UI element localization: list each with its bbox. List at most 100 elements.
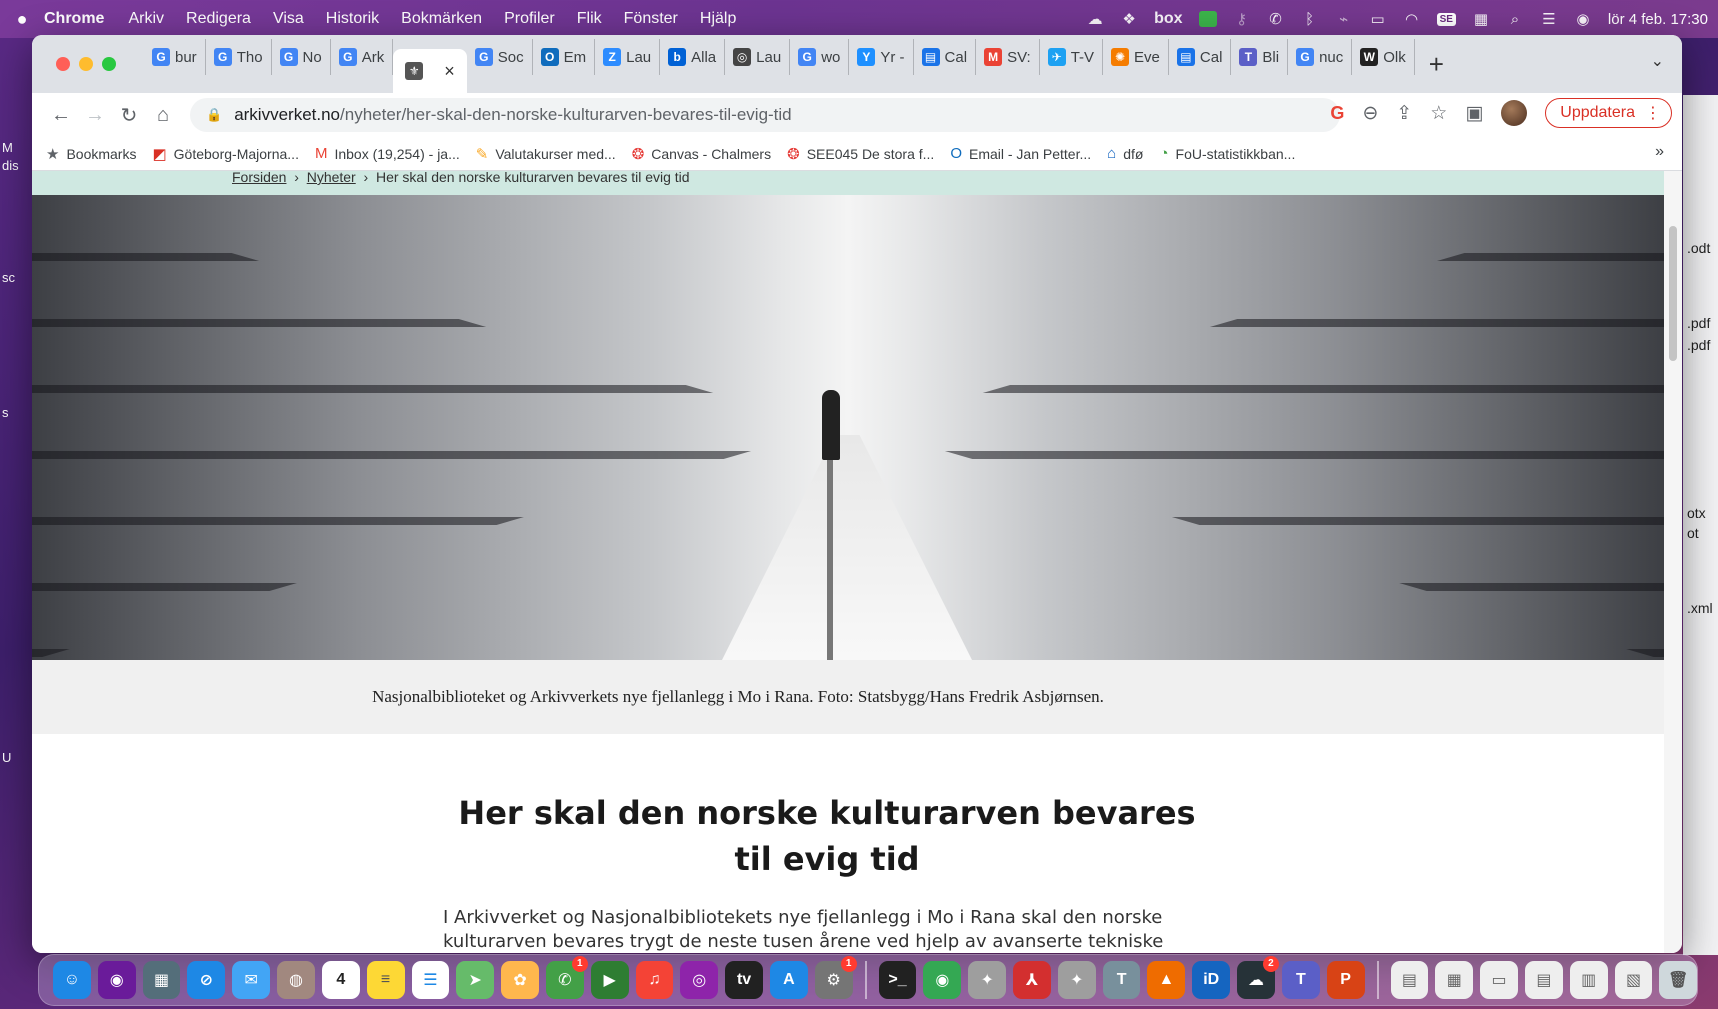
scrollbar-thumb[interactable] [1669, 226, 1677, 361]
powerpoint-icon[interactable]: P [1326, 961, 1365, 999]
photos-icon[interactable]: ✿ [501, 961, 539, 999]
tab-12[interactable]: ▤ Cal [914, 39, 977, 75]
update-button[interactable]: Uppdatera ⋮ [1545, 98, 1672, 128]
tab-14[interactable]: ✈ T-V [1040, 39, 1104, 75]
bookmark-star-icon[interactable]: ☆ [1430, 102, 1447, 125]
minimize-window-button[interactable] [79, 57, 93, 71]
menubar-app-name[interactable]: Chrome [44, 10, 104, 28]
tab-1[interactable]: G Tho [206, 39, 272, 75]
menubar-item-5[interactable]: Profiler [504, 10, 555, 28]
box-icon[interactable]: box [1154, 10, 1182, 28]
menubar-item-6[interactable]: Flik [577, 10, 602, 28]
safari-icon[interactable]: ⊘ [187, 961, 226, 999]
back-button[interactable]: ← [44, 104, 78, 127]
side-panel-icon[interactable]: ▣ [1465, 102, 1483, 125]
tab-6[interactable]: O Em [533, 39, 596, 75]
teams-icon[interactable]: T [1281, 961, 1320, 999]
document-icon[interactable]: ▭ [1480, 961, 1518, 999]
finder-icon[interactable]: ☺ [53, 961, 91, 999]
desktop-label[interactable]: s [2, 405, 9, 420]
tab-17[interactable]: T Bli [1231, 39, 1289, 75]
matlab-icon[interactable]: ▲ [1147, 961, 1186, 999]
tab-19[interactable]: W Olk [1352, 39, 1415, 75]
reload-button[interactable]: ↻ [112, 103, 146, 128]
desktop-label[interactable]: sc [2, 270, 15, 285]
tab-16[interactable]: ▤ Cal [1169, 39, 1232, 75]
dropbox-icon[interactable]: ❖ [1120, 10, 1138, 28]
desktop-file-label[interactable]: otx [1687, 505, 1706, 521]
document-icon[interactable]: ▤ [1524, 961, 1563, 999]
tex-icon[interactable]: T [1102, 961, 1141, 999]
breadcrumb-home-link[interactable]: Forsiden [232, 171, 286, 185]
desktop-file-label[interactable]: .xml [1687, 600, 1713, 616]
desktop-file-label[interactable]: .pdf [1687, 337, 1710, 353]
calendar-icon[interactable]: 4 [321, 961, 360, 999]
desktop-file-label[interactable]: .odt [1687, 240, 1710, 256]
launchpad-icon[interactable]: ▦ [142, 961, 181, 999]
tab-7[interactable]: Z Lau [595, 39, 661, 75]
forward-button[interactable]: → [78, 104, 112, 127]
tab-10[interactable]: Gwo [790, 39, 850, 75]
bookmark-1[interactable]: ◩ Göteborg-Majorna... [152, 145, 298, 163]
document-icon[interactable]: ▤ [1390, 961, 1429, 999]
tab-5[interactable]: G Soc [467, 39, 533, 75]
desktop-label[interactable]: U [2, 750, 11, 765]
lock-icon[interactable]: 🔒 [206, 107, 222, 123]
notes-icon[interactable]: ≡ [366, 961, 405, 999]
menubar-item-2[interactable]: Visa [273, 10, 304, 28]
tab-2[interactable]: G No [272, 39, 331, 75]
google-lens-icon[interactable]: G [1330, 103, 1344, 124]
texstudio-icon[interactable]: ✦ [968, 961, 1007, 999]
system-preferences-icon[interactable]: ⚙ 1 [814, 956, 857, 999]
tab-18[interactable]: Gnuc [1288, 39, 1353, 75]
tab-0[interactable]: Gbur [144, 39, 206, 75]
desktop-file-label[interactable]: ot [1687, 525, 1699, 541]
bookmark-6[interactable]: O Email - Jan Petter... [950, 145, 1091, 163]
menubar-item-1[interactable]: Redigera [186, 10, 251, 28]
menubar-clock[interactable]: lör 4 feb. 17:30 [1608, 11, 1708, 28]
chrome-icon[interactable]: ◉ [923, 961, 962, 999]
menubar-item-7[interactable]: Fönster [624, 10, 678, 28]
reminders-icon[interactable]: ☰ [411, 961, 450, 999]
keyboard-icon[interactable]: ▦ [1472, 10, 1490, 28]
profile-avatar[interactable] [1501, 100, 1528, 126]
zoom-icon[interactable]: ⊖ [1362, 102, 1378, 125]
acrobat-icon[interactable]: ⅄ [1013, 961, 1051, 999]
menubar-item-0[interactable]: Arkiv [128, 10, 164, 28]
bluetooth-icon[interactable]: ᛒ [1301, 11, 1319, 28]
contacts-icon[interactable]: ◍ [277, 961, 315, 999]
bookmark-4[interactable]: ❂ Canvas - Chalmers [632, 145, 771, 163]
wifi-icon[interactable]: ◠ [1403, 10, 1421, 28]
close-window-button[interactable] [56, 57, 70, 71]
tab-11[interactable]: Y Yr - [849, 39, 914, 75]
input-source-icon[interactable]: SE [1436, 12, 1456, 26]
bookmarks-overflow-icon[interactable]: » [1655, 143, 1664, 161]
siri-menubar-icon[interactable]: ◉ [1574, 10, 1592, 28]
green-app-icon[interactable] [1198, 11, 1217, 27]
tab-search-chevron-icon[interactable]: ⌄ [1651, 51, 1664, 71]
bookmark-8[interactable]: ◔ FoU-statistikkban... [1159, 145, 1295, 163]
document-icon[interactable]: ▥ [1569, 961, 1608, 999]
close-tab-icon[interactable]: × [444, 61, 455, 82]
tab-3[interactable]: G Ark [331, 39, 394, 75]
mail-icon[interactable]: ✉ [232, 961, 271, 999]
network-off-icon[interactable]: ⌁ [1335, 10, 1353, 28]
siri-icon[interactable]: ◉ [97, 961, 136, 999]
trash-icon[interactable]: 🗑 [1659, 961, 1698, 999]
share-icon[interactable]: ⇪ [1396, 102, 1412, 125]
phone-icon[interactable]: ✆ [1267, 10, 1285, 28]
maps-icon[interactable]: ➤ [456, 961, 495, 999]
cloud-sync-icon[interactable]: ☁ [1086, 10, 1104, 28]
breadcrumb-news-link[interactable]: Nyheter [307, 171, 356, 185]
appstore-icon[interactable]: A [770, 961, 808, 999]
document-icon[interactable]: ▧ [1614, 961, 1653, 999]
home-button[interactable]: ⌂ [146, 104, 180, 127]
page-scrollbar[interactable] [1664, 171, 1682, 953]
facetime-icon[interactable]: ▶ [590, 961, 629, 999]
spotlight-search-icon[interactable]: ⌕ [1506, 11, 1524, 28]
bookmark-7[interactable]: ⌂ dfø [1107, 145, 1143, 163]
messages-icon[interactable]: ✆ 1 [545, 956, 588, 999]
podcasts-icon[interactable]: ◎ [680, 961, 719, 999]
terminal-icon[interactable]: >_ [878, 961, 917, 999]
menubar-item-8[interactable]: Hjälp [700, 10, 736, 28]
